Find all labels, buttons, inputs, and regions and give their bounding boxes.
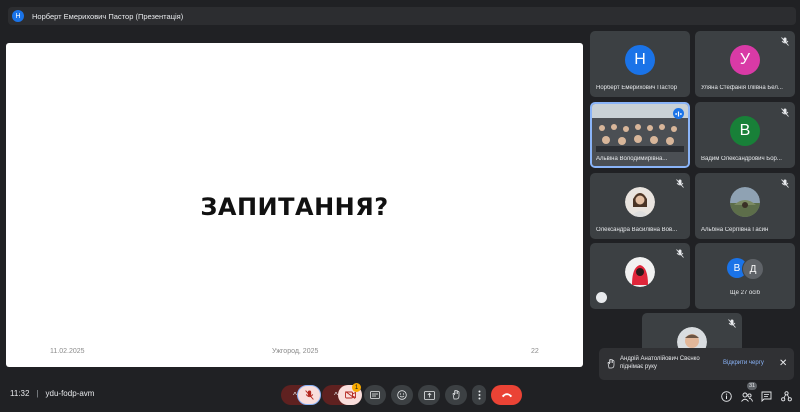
info-icon: [721, 391, 732, 402]
participant-name: Олександра Василівна Вов...: [596, 227, 678, 233]
mic-toggle-button[interactable]: [297, 385, 321, 405]
present-button[interactable]: [418, 385, 440, 405]
slide-heading: ЗАПИТАННЯ?: [200, 193, 389, 221]
participant-name: Альбіна Сергіївна Гасин: [701, 227, 769, 233]
participant-avatar: В: [730, 116, 760, 146]
raise-hand-button[interactable]: [445, 385, 467, 405]
slide-page-number: 22: [531, 348, 539, 355]
mic-off-icon: [676, 179, 684, 188]
participant-tile[interactable]: [590, 243, 690, 309]
people-button[interactable]: [741, 389, 753, 407]
participant-photo: [625, 257, 655, 287]
reactions-button[interactable]: [391, 385, 413, 405]
participant-avatar: Д: [742, 258, 764, 280]
leave-call-button[interactable]: [491, 385, 522, 405]
hand-icon: [452, 390, 459, 400]
mic-off-icon: [781, 37, 789, 46]
close-icon[interactable]: ✕: [779, 358, 787, 369]
mic-off-icon: [676, 249, 684, 258]
open-queue-link[interactable]: Відкрити чергу: [723, 360, 764, 366]
participant-name: Норберт Емерихович Пастор: [596, 85, 678, 91]
captions-button[interactable]: [364, 385, 386, 405]
more-vert-icon: [478, 390, 480, 400]
people-count-badge: 31: [747, 382, 758, 390]
participant-tile[interactable]: Н Норберт Емерихович Пастор: [590, 31, 690, 97]
participant-photo: [625, 187, 655, 217]
participant-name: Уляна Стефанія Іліївна Бел...: [701, 85, 783, 91]
raised-hand-icon: [607, 359, 615, 369]
slide-date: 11.02.2025: [50, 348, 85, 355]
participant-name: Вадим Олександрович Бор...: [701, 156, 782, 162]
more-participants-tile[interactable]: В Д Ще 27 осіб: [695, 243, 795, 309]
slide-place: Ужгород, 2025: [272, 348, 319, 355]
hang-up-icon: [501, 393, 512, 398]
camera-off-icon: [344, 391, 356, 399]
presenter-avatar: Н: [12, 10, 24, 22]
people-icon: [741, 392, 753, 402]
presentation-bar: Н Норберт Емерихович Пастор (Презентація…: [8, 7, 796, 25]
captions-icon: [370, 391, 380, 399]
meeting-info: 11:32 | ydu-fodp-avm: [10, 389, 94, 398]
notification-text: Андрій Анатолійович Свєнко піднімає руку: [620, 356, 700, 370]
more-options-button[interactable]: [472, 385, 486, 405]
current-time: 11:32: [10, 389, 30, 398]
participant-tile[interactable]: Олександра Василівна Вов...: [590, 173, 690, 239]
mic-off-icon: [728, 319, 736, 328]
chat-button[interactable]: [761, 389, 772, 407]
participant-tile-speaking[interactable]: Альвіна Володимирівна...: [590, 102, 690, 168]
participant-avatar: Н: [625, 45, 655, 75]
hand-raise-notification: Андрій Анатолійович Свєнко піднімає руку…: [599, 348, 794, 380]
emoji-icon: [397, 390, 407, 400]
presentation-title: Норберт Емерихович Пастор (Презентація): [32, 11, 184, 21]
participant-tile[interactable]: В Вадим Олександрович Бор...: [695, 102, 795, 168]
hand-raised-icon: [596, 292, 607, 303]
participant-name: Альвіна Володимирівна...: [596, 156, 668, 162]
mic-off-icon: [781, 108, 789, 117]
participant-tile[interactable]: У Уляна Стефанія Іліївна Бел...: [695, 31, 795, 97]
participant-tile[interactable]: Альбіна Сергіївна Гасин: [695, 173, 795, 239]
present-screen-icon: [423, 390, 435, 400]
activities-button[interactable]: [781, 389, 792, 407]
speaking-indicator-icon: [673, 108, 684, 119]
info-button[interactable]: [721, 389, 732, 407]
more-participants-label: Ще 27 осіб: [729, 290, 761, 296]
participant-avatar: У: [730, 45, 760, 75]
warning-badge: 1: [352, 383, 361, 392]
chat-icon: [761, 391, 772, 403]
mic-off-icon: [781, 179, 789, 188]
participant-photo: [730, 187, 760, 217]
mic-off-icon: [304, 390, 314, 400]
presentation-slide: ЗАПИТАННЯ? 11.02.2025 Ужгород, 2025 22: [6, 43, 583, 367]
separator: |: [36, 389, 39, 398]
activities-icon: [781, 391, 792, 402]
meeting-code: ydu-fodp-avm: [45, 389, 95, 398]
